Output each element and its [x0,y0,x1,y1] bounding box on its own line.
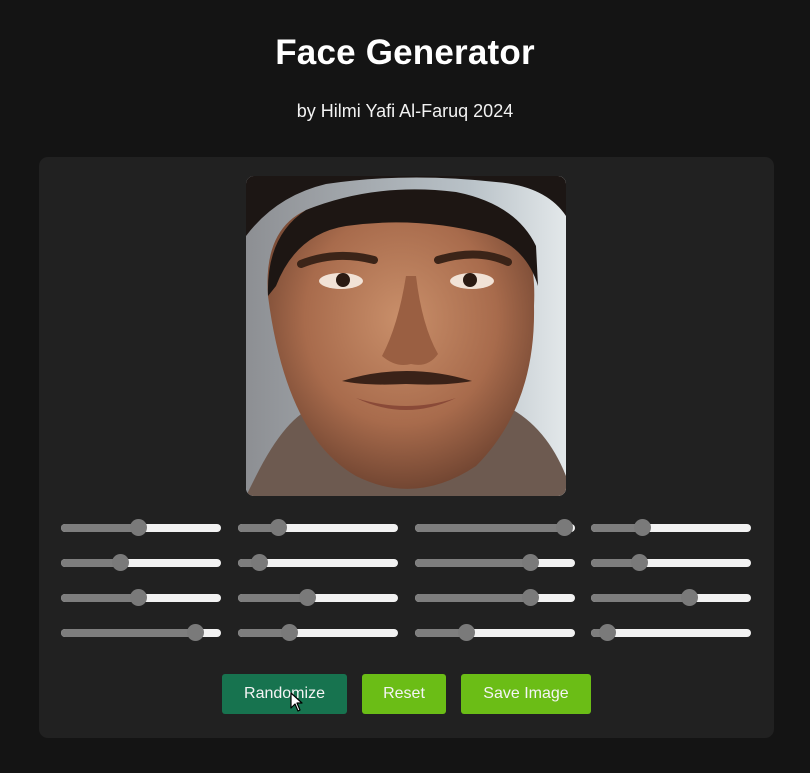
feature-slider[interactable] [238,624,398,642]
face-illustration [246,176,566,496]
feature-slider[interactable] [61,554,221,572]
slider-fill [61,629,196,637]
slider-thumb[interactable] [599,624,616,641]
feature-slider[interactable] [61,519,221,537]
generated-face-image [246,176,566,496]
slider-fill [238,594,307,602]
page-title: Face Generator [275,33,535,72]
slider-thumb[interactable] [298,589,316,606]
page-subtitle: by Hilmi Yafi Al-Faruq 2024 [296,101,514,121]
feature-slider[interactable] [591,519,751,537]
feature-slider[interactable] [415,589,575,607]
slider-thumb[interactable] [250,554,268,571]
feature-slider[interactable] [238,589,398,607]
slider-thumb[interactable] [522,554,540,571]
slider-fill [415,524,564,532]
slider-thumb[interactable] [270,519,287,536]
slider-thumb[interactable] [129,519,147,536]
feature-slider[interactable] [591,589,751,607]
feature-slider[interactable] [238,554,398,572]
feature-slider[interactable] [238,519,398,537]
feature-slider[interactable] [591,624,751,642]
feature-slider[interactable] [61,589,221,607]
reset-button[interactable]: Reset [362,674,446,714]
slider-thumb[interactable] [458,624,476,641]
randomize-button[interactable]: Randomize [222,674,347,714]
slider-fill [61,594,138,602]
slider-thumb[interactable] [281,624,299,641]
slider-thumb[interactable] [634,519,652,536]
slider-thumb[interactable] [680,589,698,606]
feature-slider[interactable] [415,624,575,642]
slider-thumb[interactable] [112,554,130,571]
slider-fill [61,524,138,532]
feature-slider[interactable] [61,624,221,642]
slider-thumb[interactable] [187,624,205,641]
slider-fill [415,594,531,602]
slider-fill [415,559,531,567]
slider-thumb[interactable] [129,589,147,606]
feature-slider[interactable] [415,554,575,572]
slider-thumb[interactable] [631,554,648,571]
slider-fill [591,594,689,602]
face-generator-page: Face Generator by Hilmi Yafi Al-Faruq 20… [0,0,810,773]
slider-thumb[interactable] [555,519,573,536]
slider-thumb[interactable] [522,589,540,606]
generator-panel: Randomize Reset Save Image [39,157,774,738]
feature-slider[interactable] [415,519,575,537]
save-image-button[interactable]: Save Image [461,674,591,714]
feature-slider[interactable] [591,554,751,572]
